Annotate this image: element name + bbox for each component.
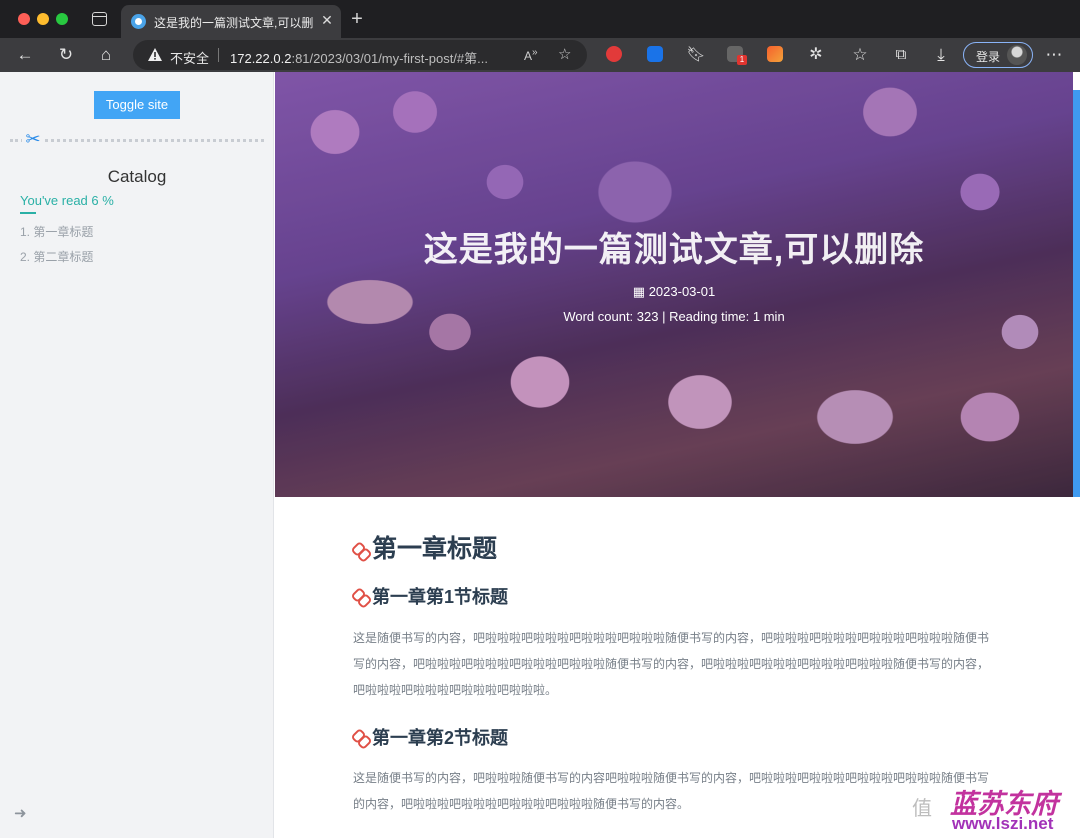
url-path: :81/2023/03/01/my-first-post/#第... (291, 51, 488, 66)
url-host: 172.22.0.2 (230, 51, 292, 66)
catalog-item-2[interactable]: 2. 第二章标题 (20, 248, 93, 265)
page-viewport: Toggle site ✂ Catalog You've read 6 % 1.… (0, 72, 1080, 838)
security-label[interactable]: 不安全 (170, 48, 209, 67)
browser-tab-bar: 这是我的一篇测试文章,可以删除 ✕ + (0, 0, 1080, 38)
read-aloud-icon[interactable]: A» (524, 47, 538, 63)
subsection-heading-text: 第一章第2节标题 (372, 728, 509, 748)
login-label: 登录 (976, 50, 1001, 64)
browser-toolbar: ← ↻ ⌂ 不安全 172.22.0.2:81/2023/03/01/my-fi… (0, 38, 1080, 72)
paragraph: 这是随便书写的内容，吧啦啦啦随便书写的内容吧啦啦啦随便书写的内容，吧啦啦啦吧啦啦… (353, 771, 990, 811)
more-menu-icon[interactable]: ⋯ (1042, 43, 1066, 67)
section-heading: 第一章标题 (352, 529, 497, 565)
tab-overview-icon[interactable] (92, 12, 107, 26)
post-meta: Word count: 323 | Reading time: 1 min (563, 309, 785, 324)
extensions-puzzle-icon[interactable]: ✲ (804, 43, 828, 67)
add-favorite-icon[interactable]: ☆ (558, 45, 571, 63)
extension-red-icon[interactable] (606, 46, 622, 62)
window-maximize-button[interactable] (56, 13, 68, 25)
back-arrow-icon[interactable]: ← (13, 43, 37, 67)
link-icon[interactable] (352, 587, 370, 605)
scissors-icon: ✂ (22, 128, 44, 150)
post-date-text: 2023-03-01 (648, 284, 716, 299)
url-text[interactable]: 172.22.0.2:81/2023/03/01/my-first-post/#… (230, 48, 510, 67)
profile-login-button[interactable]: 登录 (963, 42, 1033, 68)
paragraph: 这是随便书写的内容，吧啦啦啦吧啦啦啦吧啦啦啦吧啦啦啦随便书写的内容，吧啦啦啦吧啦… (353, 631, 990, 697)
back-arrow-icon[interactable]: ➜ (14, 804, 27, 822)
subsection-heading: 第一章第1节标题 (352, 583, 508, 609)
link-icon[interactable] (352, 728, 370, 746)
extension-badge: 1 (737, 55, 747, 65)
catalog-sidebar: Toggle site ✂ Catalog You've read 6 % 1.… (0, 72, 274, 838)
post-header-image: 这是我的一篇测试文章,可以删除 ▦ 2023-03-01 Word count:… (275, 72, 1073, 497)
active-tab[interactable]: 这是我的一篇测试文章,可以删除 ✕ (121, 5, 341, 38)
subsection-heading: 第一章第2节标题 (352, 724, 508, 750)
tab-title: 这是我的一篇测试文章,可以删除 (154, 16, 314, 30)
address-bar[interactable]: 不安全 172.22.0.2:81/2023/03/01/my-first-po… (133, 40, 587, 70)
window-close-button[interactable] (18, 13, 30, 25)
tab-close-icon[interactable]: ✕ (319, 11, 335, 29)
post-date: ▦ 2023-03-01 (275, 284, 1073, 300)
read-progress-underline (20, 212, 36, 214)
link-icon[interactable] (352, 541, 370, 559)
reload-icon[interactable]: ↻ (54, 43, 78, 67)
read-progress: You've read 6 % (20, 193, 114, 208)
site-favicon-icon (131, 14, 146, 29)
toggle-site-button[interactable]: Toggle site (94, 91, 180, 119)
calendar-icon: ▦ (632, 284, 646, 299)
window-minimize-button[interactable] (37, 13, 49, 25)
extension-orange-icon[interactable] (767, 46, 783, 62)
post-title: 这是我的一篇测试文章,可以删除 (423, 231, 925, 269)
address-separator (218, 48, 219, 62)
watermark-char: 值 (912, 796, 932, 820)
section-heading-text: 第一章标题 (372, 535, 498, 563)
downloads-icon[interactable]: ⤓ (929, 43, 953, 67)
new-tab-button[interactable]: + (346, 8, 368, 30)
watermark-url: www.lszi.net (952, 814, 1054, 833)
dotted-divider (10, 139, 264, 142)
favorites-icon[interactable]: ☆ (848, 43, 872, 67)
catalog-title: Catalog (107, 167, 167, 186)
extension-tiktok-icon[interactable] (647, 46, 663, 62)
warning-icon (148, 48, 162, 61)
bookmark-icon[interactable]: 🔖︎ (684, 43, 708, 67)
watermark: 值 蓝苏东府 www.lszi.net (912, 752, 1080, 838)
scrollbar-thumb[interactable] (1073, 90, 1080, 497)
home-icon[interactable]: ⌂ (94, 43, 118, 67)
catalog-item-1[interactable]: 1. 第一章标题 (20, 223, 93, 240)
avatar (1007, 45, 1027, 65)
collections-icon[interactable]: ⧉ (889, 43, 913, 67)
subsection-heading-text: 第一章第1节标题 (372, 587, 509, 607)
